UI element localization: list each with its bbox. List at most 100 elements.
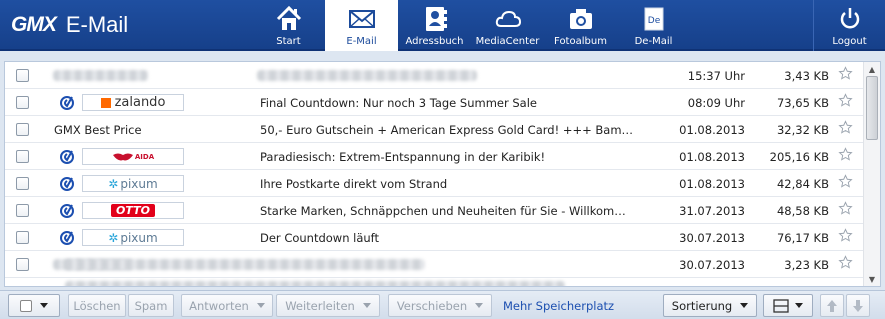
arrow-down-icon xyxy=(853,299,863,312)
row-checkbox[interactable] xyxy=(16,204,29,217)
row-checkbox[interactable] xyxy=(16,150,29,163)
reply-button[interactable]: Antworten xyxy=(181,294,273,317)
nav-email[interactable]: E-Mail xyxy=(325,0,398,51)
reply-label: Antworten xyxy=(189,298,249,313)
sender-name: pixum xyxy=(120,176,158,191)
mail-date: 30.07.2013 xyxy=(679,258,745,272)
select-all-dropdown[interactable] xyxy=(8,294,60,317)
home-icon xyxy=(276,5,301,30)
sender-name: GMX Best Price xyxy=(54,123,142,137)
row-checkbox[interactable] xyxy=(16,96,29,109)
mail-row[interactable] xyxy=(5,278,863,286)
mail-size: 3,43 KB xyxy=(784,69,829,83)
select-all-checkbox[interactable] xyxy=(20,299,32,312)
forward-label: Weiterleiten xyxy=(285,298,355,313)
star-icon[interactable] xyxy=(838,228,853,243)
nav-fotoalbum[interactable]: Fotoalbum xyxy=(544,0,617,51)
star-icon[interactable] xyxy=(838,201,853,216)
mail-row[interactable]: GMX Best Price 50,- Euro Gutschein + Ame… xyxy=(5,116,863,143)
mail-size: 32,32 KB xyxy=(776,123,829,137)
scroll-up-icon[interactable]: ▲ xyxy=(864,62,880,76)
scroll-down-icon[interactable]: ▼ xyxy=(864,272,880,286)
star-icon[interactable] xyxy=(838,93,853,108)
nav-start[interactable]: Start xyxy=(252,0,325,51)
subject-blurred xyxy=(257,70,477,81)
chevron-down-icon xyxy=(362,303,371,308)
top-navigation: GMX E-Mail Start E-Mail Adressbuch Media… xyxy=(0,0,885,51)
star-icon[interactable] xyxy=(838,66,853,81)
trusted-sender-icon xyxy=(60,150,74,164)
row-checkbox[interactable] xyxy=(16,177,29,190)
sender-logo: ✲ pixum xyxy=(82,229,184,246)
camera-icon xyxy=(569,9,592,29)
mail-date: 01.08.2013 xyxy=(679,123,745,137)
mail-subject: Der Countdown läuft xyxy=(260,231,380,245)
sender-logo: OTTO xyxy=(82,202,184,219)
nav-demail[interactable]: De De-Mail xyxy=(617,0,690,51)
spam-button[interactable]: Spam xyxy=(128,294,174,317)
mail-row[interactable]: ✲ pixum Ihre Postkarte direkt vom Strand… xyxy=(5,170,863,197)
mail-subject: Paradiesisch: Extrem-Entspannung in der … xyxy=(260,150,546,164)
mail-list: 15:37 Uhr 3,43 KB zalando Final Countdow… xyxy=(4,61,881,287)
layout-icon xyxy=(773,298,789,313)
layout-dropdown[interactable] xyxy=(763,294,813,317)
move-button[interactable]: Verschieben xyxy=(388,294,492,317)
list-scrollbar[interactable]: ▲ ▼ xyxy=(863,62,880,286)
mail-row[interactable]: 15:37 Uhr 3,43 KB xyxy=(5,62,863,89)
nav-label: Start xyxy=(276,36,301,47)
mail-row[interactable]: OTTO Starke Marken, Schnäppchen und Neuh… xyxy=(5,197,863,224)
star-icon[interactable] xyxy=(838,147,853,162)
mail-date: 08:09 Uhr xyxy=(687,96,745,110)
envelope-icon xyxy=(348,10,375,28)
sort-dropdown[interactable]: Sortierung xyxy=(663,294,757,317)
previous-mail-button[interactable] xyxy=(820,294,844,317)
de-mail-icon: De xyxy=(644,7,663,31)
subject-blurred xyxy=(65,281,565,286)
mail-subject: Ihre Postkarte direkt vom Strand xyxy=(260,177,448,191)
sender-name: OTTO xyxy=(111,204,155,217)
star-icon[interactable] xyxy=(838,255,853,270)
aida-lips-icon xyxy=(112,153,133,160)
mail-size: 3,23 KB xyxy=(784,258,829,272)
delete-button[interactable]: Löschen xyxy=(68,294,126,317)
mail-date: 30.07.2013 xyxy=(679,231,745,245)
sender-logo: zalando xyxy=(82,94,184,111)
pixum-sun-icon: ✲ xyxy=(108,230,119,245)
nav-label: De-Mail xyxy=(634,36,673,47)
scroll-thumb[interactable] xyxy=(866,76,878,140)
sender-blurred xyxy=(53,70,148,81)
mail-row[interactable]: zalando Final Countdown: Nur noch 3 Tage… xyxy=(5,89,863,116)
nav-adressbuch[interactable]: Adressbuch xyxy=(398,0,471,51)
trusted-sender-icon xyxy=(60,96,74,110)
mail-size: 48,58 KB xyxy=(776,204,829,218)
chevron-down-icon xyxy=(256,303,265,308)
more-storage-link[interactable]: Mehr Speicherplatz xyxy=(503,299,614,313)
mail-row[interactable]: 30.07.2013 3,23 KB xyxy=(5,251,863,278)
row-checkbox[interactable] xyxy=(16,123,29,136)
star-icon[interactable] xyxy=(838,174,853,189)
row-checkbox[interactable] xyxy=(16,69,29,82)
nav-mediacenter[interactable]: MediaCenter xyxy=(471,0,544,51)
mail-date: 15:37 Uhr xyxy=(687,69,745,83)
svg-text:De: De xyxy=(647,16,660,26)
row-checkbox[interactable] xyxy=(16,258,29,271)
move-label: Verschieben xyxy=(396,298,468,313)
sender-name: zalando xyxy=(114,95,166,110)
sender-name: pixum xyxy=(120,230,158,245)
forward-button[interactable]: Weiterleiten xyxy=(276,294,380,317)
row-checkbox[interactable] xyxy=(16,231,29,244)
mail-date: 31.07.2013 xyxy=(679,204,745,218)
nav-label: E-Mail xyxy=(346,36,377,47)
mail-size: 42,84 KB xyxy=(776,177,829,191)
logout-button[interactable]: Logout xyxy=(813,0,885,51)
gmx-logo[interactable]: GMX E-Mail xyxy=(11,11,128,39)
next-mail-button[interactable] xyxy=(846,294,870,317)
nav-label: Fotoalbum xyxy=(554,36,607,47)
mail-row[interactable]: AIDA Paradiesisch: Extrem-Entspannung in… xyxy=(5,143,863,170)
star-icon[interactable] xyxy=(838,120,853,135)
sort-label: Sortierung xyxy=(671,298,733,313)
mail-row[interactable]: ✲ pixum Der Countdown läuft 30.07.2013 7… xyxy=(5,224,863,251)
arrow-up-icon xyxy=(827,299,837,312)
power-icon xyxy=(840,8,859,29)
brand-name: GMX xyxy=(11,13,57,36)
